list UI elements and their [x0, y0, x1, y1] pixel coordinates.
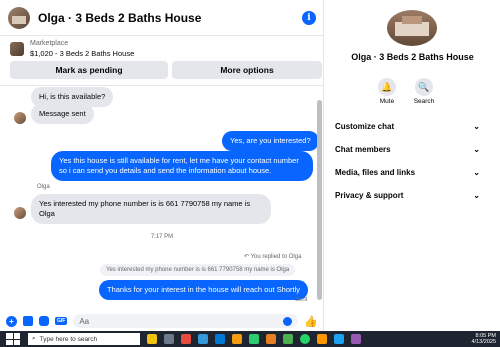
sender-name: Olga	[37, 184, 50, 190]
explorer-icon[interactable]	[232, 334, 242, 344]
emoji-icon[interactable]	[283, 316, 293, 326]
sender-avatar	[14, 112, 26, 124]
clock-date: 4/13/2025	[471, 339, 496, 345]
scrollbar[interactable]	[317, 100, 322, 300]
app-icon[interactable]	[334, 334, 344, 344]
search-icon: ⌕	[32, 335, 36, 342]
photo-icon[interactable]	[23, 316, 33, 326]
bell-icon: 🔔	[381, 81, 393, 92]
sticker-icon[interactable]	[39, 316, 49, 326]
listing-summary[interactable]: $1,020 - 3 Beds 2 Baths House	[30, 49, 134, 58]
message-outgoing[interactable]: Yes this house is still available for re…	[51, 151, 313, 181]
reply-indicator-text: You replied to Olga	[250, 254, 302, 260]
listing-thumbnail[interactable]	[10, 42, 24, 56]
section-privacy-support[interactable]: Privacy & support ⌄	[335, 191, 480, 200]
mute-label: Mute	[379, 98, 395, 105]
search-icon: 🔍	[418, 81, 430, 92]
section-label: Customize chat	[335, 122, 395, 131]
app-icon[interactable]	[351, 334, 361, 344]
app-icon[interactable]	[198, 334, 208, 344]
search-button[interactable]: 🔍	[415, 78, 433, 96]
composer: + GIF Aa 👍	[0, 311, 324, 331]
chat-title[interactable]: Olga · 3 Beds 2 Baths House	[38, 11, 302, 25]
marketplace-banner: Marketplace $1,020 - 3 Beds 2 Baths Hous…	[0, 36, 324, 86]
section-label: Chat members	[335, 145, 391, 154]
like-icon[interactable]: 👍	[304, 315, 318, 328]
message-input[interactable]: Aa	[73, 314, 299, 328]
whatsapp-icon[interactable]	[300, 334, 310, 344]
sender-avatar	[14, 207, 26, 219]
search-label: Search	[413, 98, 435, 105]
message-incoming[interactable]: Message sent	[31, 104, 94, 124]
section-customize-chat[interactable]: Customize chat ⌄	[335, 122, 480, 131]
section-chat-members[interactable]: Chat members ⌄	[335, 145, 480, 154]
mark-as-pending-button[interactable]: Mark as pending	[10, 61, 168, 79]
message-timestamp: 7:17 PM	[150, 234, 174, 240]
chevron-down-icon: ⌄	[473, 122, 480, 131]
system-tray-clock[interactable]: 8:05 PM 4/13/2025	[472, 333, 496, 345]
message-input-placeholder: Aa	[79, 316, 90, 326]
app-icon[interactable]	[266, 334, 276, 344]
edge-icon[interactable]	[215, 334, 225, 344]
windows-start-icon[interactable]	[6, 333, 20, 345]
reply-indicator: ↶ You replied to Olga	[244, 254, 302, 260]
info-icon[interactable]: i	[302, 10, 316, 25]
message-incoming[interactable]: Yes interested my phone number is is 661…	[31, 194, 271, 224]
chevron-down-icon: ⌄	[473, 191, 480, 200]
taskbar-search[interactable]: ⌕ Type here to search	[28, 333, 140, 345]
section-label: Media, files and links	[335, 168, 416, 177]
app-icon[interactable]	[317, 334, 327, 344]
more-options-button[interactable]: More options	[172, 61, 322, 79]
chrome-icon[interactable]	[283, 334, 293, 344]
chat-info-panel: Olga · 3 Beds 2 Baths House 🔔 Mute 🔍 Sea…	[325, 0, 500, 331]
contact-avatar[interactable]	[8, 6, 30, 29]
plus-icon[interactable]: +	[6, 315, 17, 327]
message-outgoing[interactable]: Yes, are you interested?	[222, 131, 319, 151]
chevron-down-icon: ⌄	[473, 168, 480, 177]
copilot-icon[interactable]	[147, 334, 157, 344]
chevron-down-icon: ⌄	[473, 145, 480, 154]
gif-icon[interactable]: GIF	[55, 317, 68, 325]
message-outgoing[interactable]: Thanks for your interest in the house wi…	[99, 280, 309, 300]
message-status: Sent	[295, 297, 308, 303]
task-view-icon[interactable]	[164, 334, 174, 344]
app-icon[interactable]	[249, 334, 259, 344]
taskbar-search-placeholder: Type here to search	[39, 335, 98, 343]
panel-title: Olga · 3 Beds 2 Baths House	[351, 52, 474, 62]
app-icon[interactable]	[181, 334, 191, 344]
quoted-message[interactable]: Yes interested my phone number is is 661…	[100, 264, 296, 276]
marketplace-label: Marketplace	[30, 40, 69, 47]
mute-button[interactable]: 🔔	[378, 78, 396, 96]
chat-window: Olga · 3 Beds 2 Baths House i Marketplac…	[0, 0, 324, 331]
section-media-files-links[interactable]: Media, files and links ⌄	[335, 168, 480, 177]
listing-avatar	[387, 10, 437, 46]
chat-header: Olga · 3 Beds 2 Baths House i	[0, 0, 324, 36]
windows-taskbar: ⌕ Type here to search 8:05 PM 4/13/2025	[0, 331, 500, 347]
section-label: Privacy & support	[335, 191, 404, 200]
